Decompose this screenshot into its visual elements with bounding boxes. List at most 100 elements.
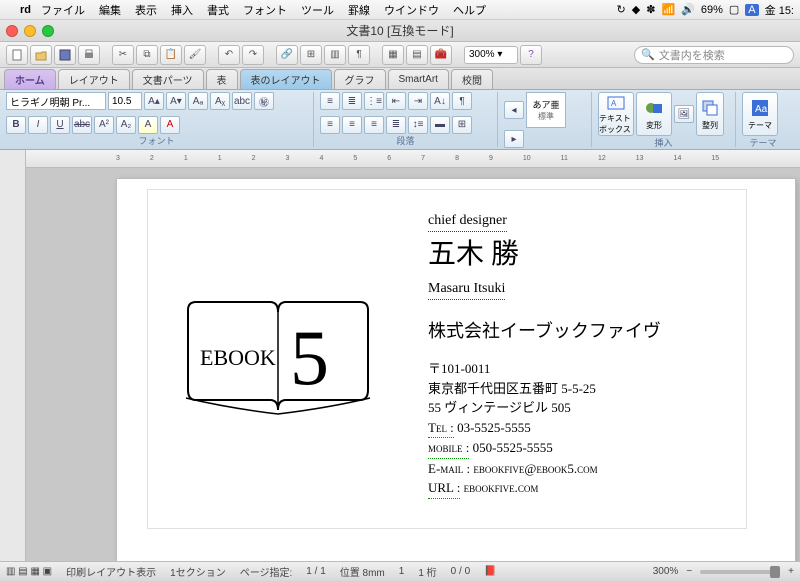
menu-help[interactable]: ヘルプ [453,2,486,18]
new-doc-button[interactable] [6,45,28,65]
save-button[interactable] [54,45,76,65]
multilevel-button[interactable]: ⋮≡ [364,92,384,110]
menu-window[interactable]: ウインドウ [384,2,439,18]
theme-button[interactable]: Aaテーマ [742,92,778,136]
print-button[interactable] [78,45,100,65]
subscript-button[interactable]: A₂ [116,116,136,134]
menu-insert[interactable]: 挿入 [171,2,193,18]
strike-button[interactable]: abc [72,116,92,134]
gallery-button[interactable]: ▦ [382,45,404,65]
indent-right-button[interactable]: ⇥ [408,92,428,110]
tab-parts[interactable]: 文書パーツ [132,69,204,89]
formatting-button[interactable]: ¶ [348,45,370,65]
search-field[interactable]: 🔍 文書内を検索 [634,46,794,64]
style-next-button[interactable]: ▸ [504,130,524,148]
show-marks-button[interactable]: ¶ [452,92,472,110]
apple-icon[interactable] [6,3,20,17]
sort-button[interactable]: A↓ [430,92,450,110]
font-color-button[interactable]: A [160,116,180,134]
ime-indicator[interactable]: A [745,4,758,16]
menubar-dropbox-icon[interactable]: ◆ [632,3,640,16]
indent-left-button[interactable]: ⇤ [386,92,406,110]
undo-button[interactable]: ↶ [218,45,240,65]
shrink-font-button[interactable]: A▾ [166,92,186,110]
toolbox-button[interactable]: 🧰 [430,45,452,65]
bullets-button[interactable]: ≡ [320,92,340,110]
minimize-button[interactable] [24,25,36,37]
zoom-button[interactable] [42,25,54,37]
cut-button[interactable]: ✂ [112,45,134,65]
redo-button[interactable]: ↷ [242,45,264,65]
app-name[interactable]: rd [20,4,31,16]
numbering-button[interactable]: ≣ [342,92,362,110]
char-scale-button[interactable]: Aₐ [188,92,208,110]
arrange-button[interactable]: 整列 [696,92,724,136]
phonetic-button[interactable]: abc [232,92,252,110]
vertical-ruler[interactable] [0,150,26,581]
borders-button[interactable]: ⊞ [452,116,472,134]
menubar-bluetooth-icon[interactable]: ✽ [646,3,655,16]
menu-file[interactable]: ファイル [41,2,85,18]
shape-button[interactable]: 変形 [636,92,672,136]
clock[interactable]: 金 15: [765,2,794,18]
format-painter-button[interactable]: 🖌 [184,45,206,65]
document-viewport[interactable]: 321123456789101112131415 EBOOK 5 chief d… [26,150,800,581]
underline-button[interactable]: U [50,116,70,134]
menu-edit[interactable]: 編集 [99,2,121,18]
clear-format-button[interactable]: Aᵪ [210,92,230,110]
justify-button[interactable]: ≣ [386,116,406,134]
battery-indicator[interactable]: 69% [701,4,723,16]
columns-button[interactable]: ▥ [324,45,346,65]
superscript-button[interactable]: A² [94,116,114,134]
align-right-button[interactable]: ≡ [364,116,384,134]
view-buttons[interactable]: ▥ ▤ ▦ ▣ [6,566,52,577]
tab-table-layout[interactable]: 表のレイアウト [240,69,332,89]
tab-home[interactable]: ホーム [4,69,56,89]
enclose-button[interactable]: ㊙ [254,92,274,110]
zoom-slider[interactable] [700,570,780,574]
tab-smartart[interactable]: SmartArt [388,69,449,89]
font-size-select[interactable]: 10.5 [108,92,142,110]
menubar-volume-icon[interactable]: 🔊 [681,3,695,16]
style-normal[interactable]: あア亜 標準 [526,92,566,128]
group-label-para: 段落 [320,134,491,147]
menu-table[interactable]: 罫線 [348,2,370,18]
tab-chart[interactable]: グラフ [334,69,386,89]
horizontal-ruler[interactable]: 321123456789101112131415 [26,150,800,168]
zoom-dropdown[interactable]: 300% ▾ [464,46,518,64]
close-button[interactable] [6,25,18,37]
tab-table[interactable]: 表 [206,69,238,89]
document-page[interactable]: EBOOK 5 chief designer 五木 勝 Masaru Itsuk… [116,178,796,578]
menu-font[interactable]: フォント [243,2,287,18]
zoom-in-button[interactable]: + [788,566,794,577]
business-card[interactable]: EBOOK 5 chief designer 五木 勝 Masaru Itsuk… [147,189,747,529]
menu-view[interactable]: 表示 [135,2,157,18]
align-left-button[interactable]: ≡ [320,116,340,134]
shading-button[interactable]: ▬ [430,116,450,134]
tab-layout[interactable]: レイアウト [58,69,130,89]
highlight-button[interactable]: A [138,116,158,134]
spellcheck-icon[interactable]: 📕 [484,566,496,577]
paste-button[interactable]: 📋 [160,45,182,65]
zoom-out-button[interactable]: − [686,566,692,577]
open-button[interactable] [30,45,52,65]
grow-font-button[interactable]: A▴ [144,92,164,110]
picture-button[interactable]: 🖼 [674,105,694,123]
table-button[interactable]: ⊞ [300,45,322,65]
copy-button[interactable]: ⧉ [136,45,158,65]
line-spacing-button[interactable]: ↕≡ [408,116,428,134]
textbox-button[interactable]: Aテキストボックス [598,92,634,136]
font-name-select[interactable]: ヒラギノ明朝 Pr... [6,92,106,110]
help-button[interactable]: ? [520,45,542,65]
style-prev-button[interactable]: ◂ [504,101,524,119]
menu-tools[interactable]: ツール [301,2,334,18]
menu-format[interactable]: 書式 [207,2,229,18]
bold-button[interactable]: B [6,116,26,134]
sidebar-button[interactable]: ▤ [406,45,428,65]
align-center-button[interactable]: ≡ [342,116,362,134]
menubar-wifi-icon[interactable]: 📶 [661,3,675,16]
link-button[interactable]: 🔗 [276,45,298,65]
menubar-sync-icon[interactable]: ↻ [617,3,626,16]
italic-button[interactable]: I [28,116,48,134]
tab-review[interactable]: 校閲 [451,69,493,89]
